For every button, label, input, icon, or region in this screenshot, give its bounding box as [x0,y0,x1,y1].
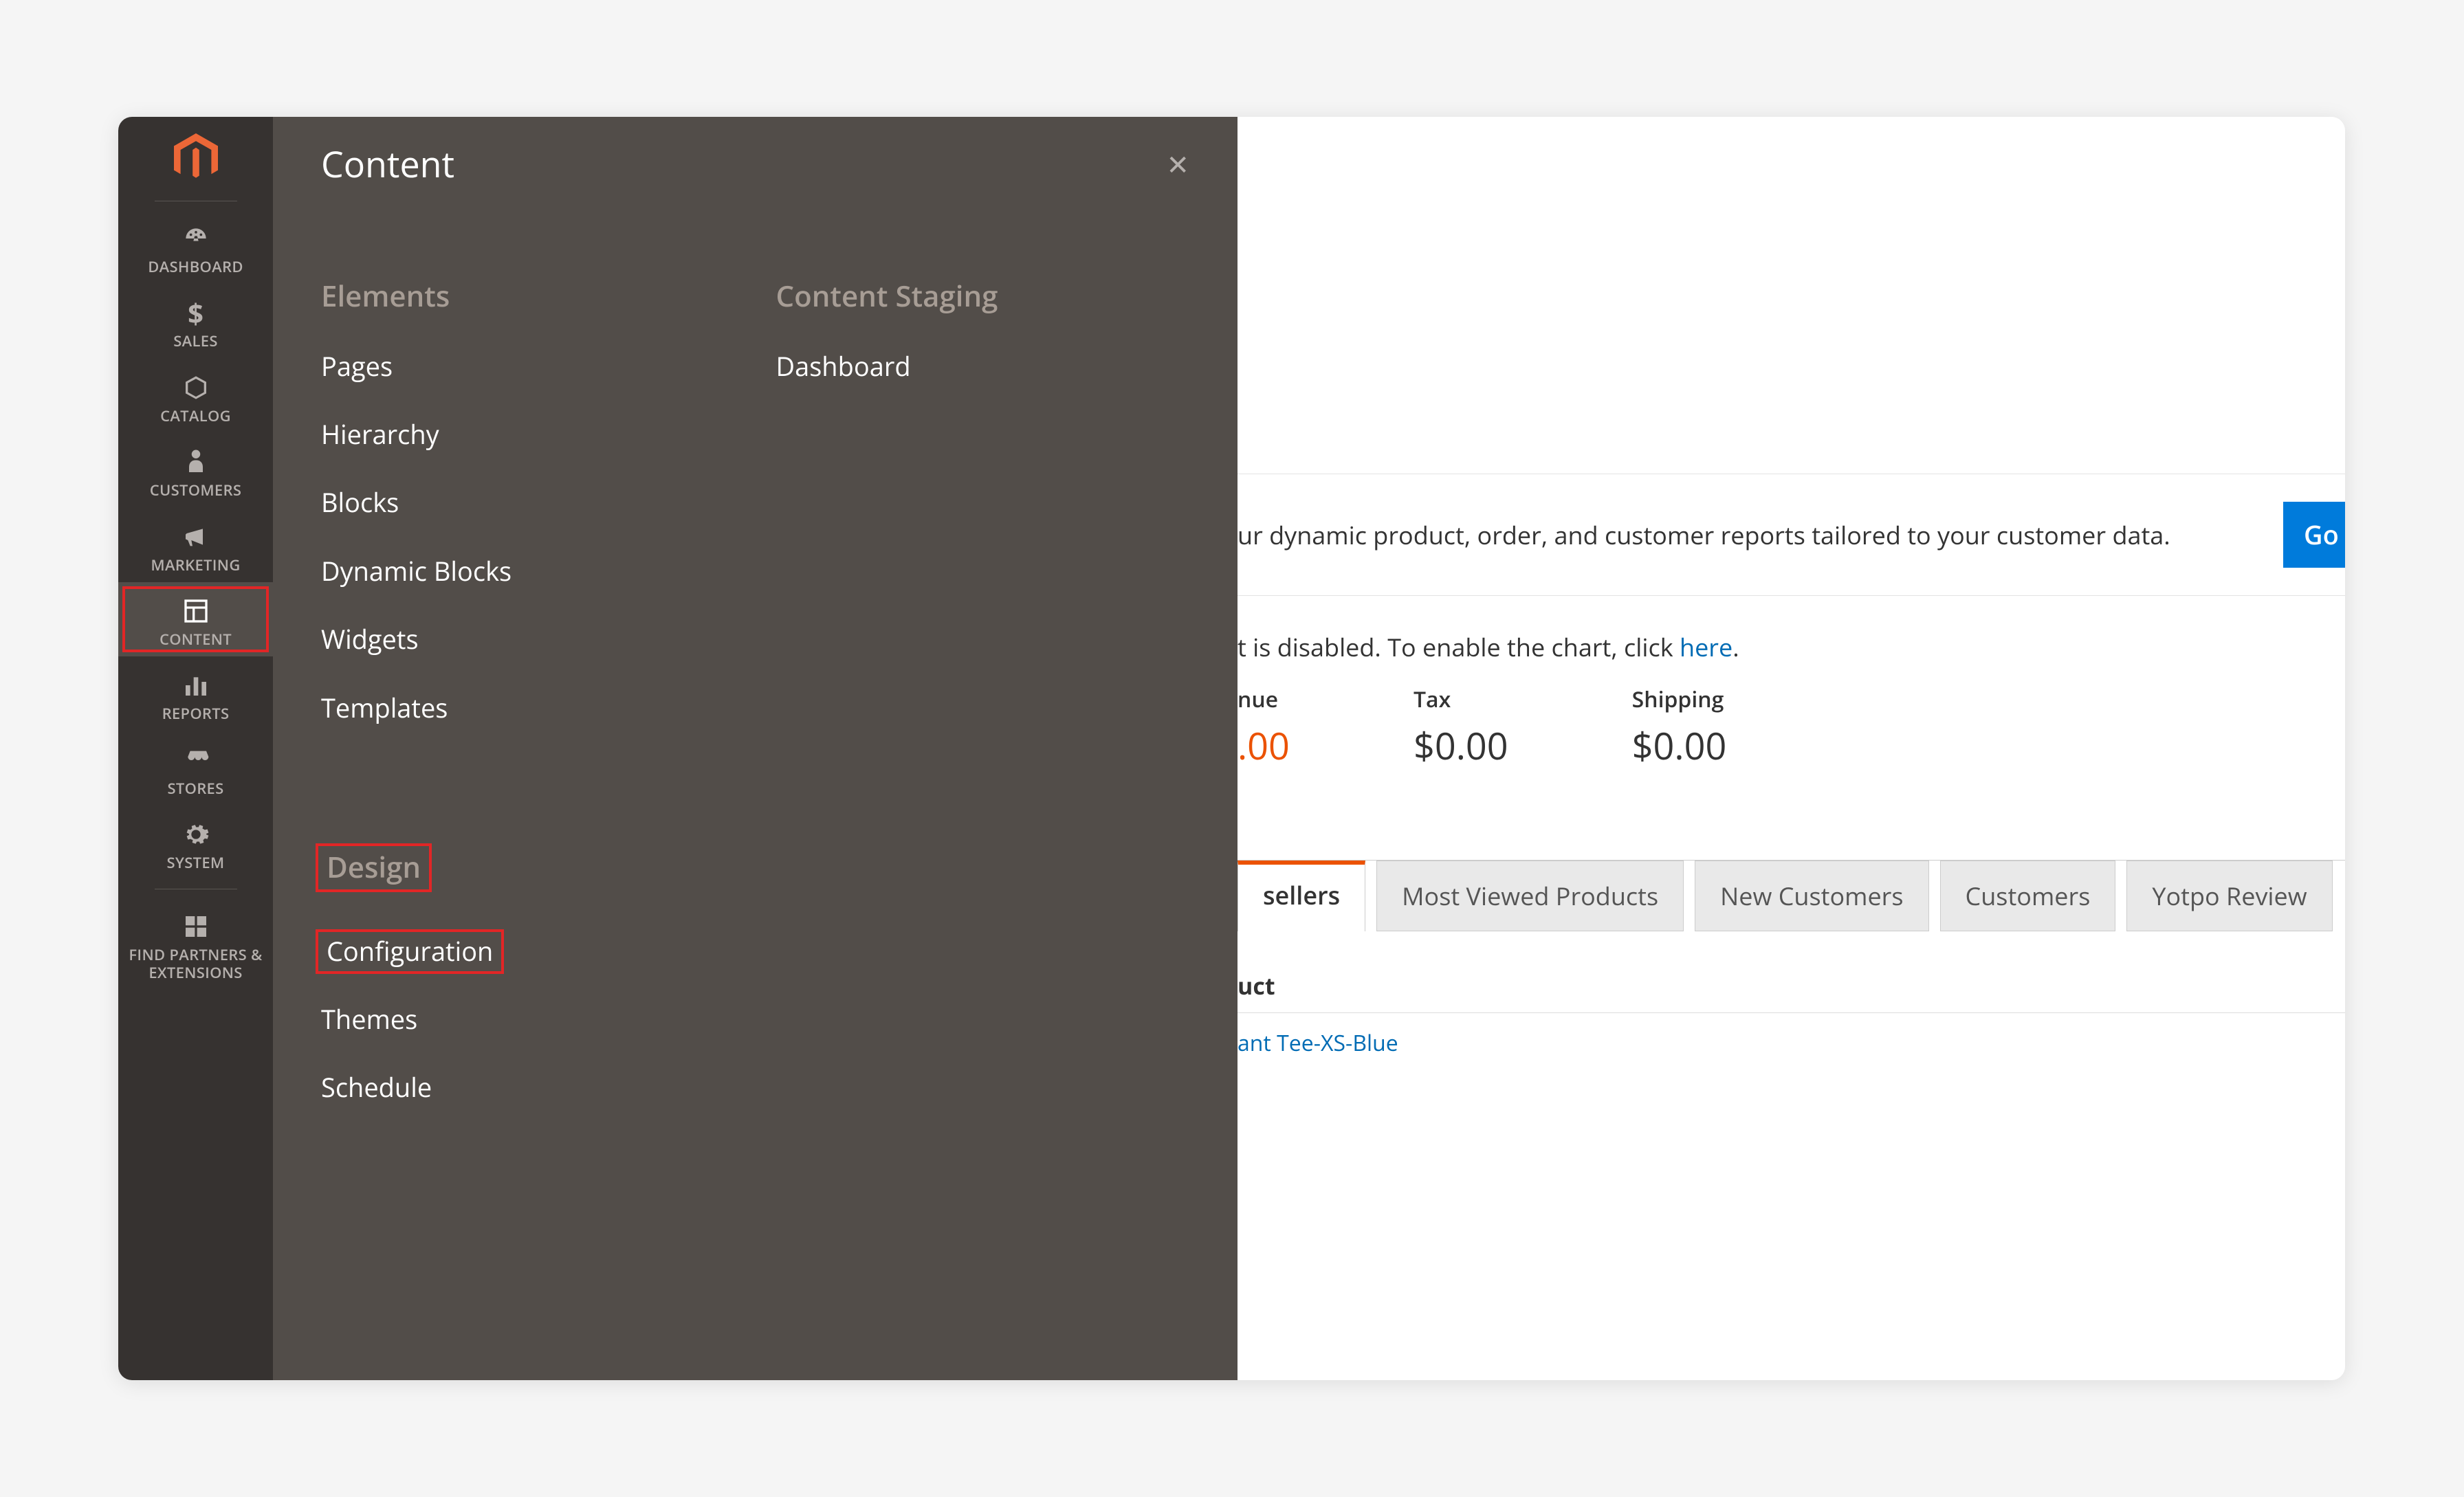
metric-shipping: Shipping $0.00 [1632,685,1727,770]
sidebar-item-stores[interactable]: STORES [118,731,273,806]
go-button[interactable]: Go [2283,502,2345,568]
sidebar-label: SALES [173,332,217,350]
dashboard-top-space [1238,117,2345,474]
flyout-link-templates[interactable]: Templates [321,691,448,725]
sidebar-item-marketing[interactable]: MARKETING [118,508,273,582]
metric-label: Shipping [1632,685,1727,714]
flyout-header: Content ✕ [321,140,1189,188]
sidebar-item-system[interactable]: SYSTEM [118,806,273,880]
group-heading-elements: Elements [321,278,450,315]
sidebar-label: CONTENT [160,630,232,648]
group-heading-design: Design [321,849,426,887]
app-window: DASHBOARD $ SALES CATALOG CUSTOMERS MARK… [118,117,2345,1380]
box-icon [182,371,210,404]
person-icon [186,445,206,478]
bars-icon [182,669,210,702]
flyout-link-widgets[interactable]: Widgets [321,623,419,656]
flyout-link-blocks[interactable]: Blocks [321,486,399,520]
sidebar-item-find-partners[interactable]: FIND PARTNERS & EXTENSIONS [118,898,273,990]
dashboard-tabs: sellers Most Viewed Products New Custome… [1238,860,2345,931]
blocks-icon [182,910,210,943]
flyout-link-hierarchy[interactable]: Hierarchy [321,418,439,452]
flyout-link-themes[interactable]: Themes [321,1003,417,1036]
tab-new-customers[interactable]: New Customers [1695,861,1928,931]
admin-sidebar: DASHBOARD $ SALES CATALOG CUSTOMERS MARK… [118,117,273,1380]
tab-customers[interactable]: Customers [1940,861,2116,931]
dollar-icon: $ [188,296,204,329]
tab-most-viewed[interactable]: Most Viewed Products [1376,861,1684,931]
table-row[interactable]: ant Tee-XS-Blue [1238,1013,2345,1073]
chart-disabled-message: t is disabled. To enable the chart, clic… [1238,596,2345,685]
flyout-column-right: Content Staging Dashboard [776,278,1190,1140]
flyout-column-left: Elements Pages Hierarchy Blocks Dynamic … [321,278,735,1140]
sidebar-label: DASHBOARD [148,258,243,276]
content-flyout-panel: Content ✕ Elements Pages Hierarchy Block… [273,117,1238,1380]
metric-value: $0.00 [1414,720,1508,770]
sidebar-item-catalog[interactable]: CATALOG [118,359,273,433]
sidebar-item-reports[interactable]: REPORTS [118,656,273,731]
sidebar-label: STORES [167,779,223,797]
sidebar-label: SYSTEM [167,854,225,872]
sidebar-label: MARKETING [151,556,240,574]
sidebar-label: REPORTS [162,705,230,722]
metric-label: Tax [1414,685,1508,714]
flyout-link-configuration[interactable]: Configuration [321,935,498,968]
dashboard-main: ur dynamic product, order, and customer … [1238,117,2345,1380]
tab-yotpo-reviews[interactable]: Yotpo Review [2126,861,2332,931]
bestsellers-table: uct ant Tee-XS-Blue [1238,959,2345,1073]
table-header-product: uct [1238,959,2345,1013]
megaphone-icon [182,520,210,553]
metrics-row: nue .00 Tax $0.00 Shipping $0.00 [1238,685,2345,784]
gear-icon [182,818,210,851]
sidebar-label: CATALOG [160,407,231,425]
metric-label: nue [1238,685,1290,714]
magento-logo [168,131,223,186]
sidebar-item-customers[interactable]: CUSTOMERS [118,433,273,507]
metric-tax: Tax $0.00 [1414,685,1508,770]
sidebar-item-content[interactable]: CONTENT [118,582,273,656]
metric-value: .00 [1238,720,1290,770]
tab-bestsellers[interactable]: sellers [1238,861,1365,931]
storefront-icon [181,744,211,777]
flyout-title: Content [321,140,454,188]
bi-banner-text: ur dynamic product, order, and customer … [1238,518,2170,552]
chart-msg-suffix: . [1732,630,1739,664]
group-heading-content-staging: Content Staging [776,278,998,315]
bi-banner: ur dynamic product, order, and customer … [1238,474,2345,596]
flyout-link-staging-dashboard[interactable]: Dashboard [776,350,911,384]
flyout-columns: Elements Pages Hierarchy Blocks Dynamic … [321,278,1189,1140]
sidebar-item-sales[interactable]: $ SALES [118,284,273,358]
flyout-link-dynamic-blocks[interactable]: Dynamic Blocks [321,555,512,588]
close-icon[interactable]: ✕ [1166,151,1189,178]
metric-value: $0.00 [1632,720,1727,770]
flyout-link-pages[interactable]: Pages [321,350,393,384]
sidebar-item-dashboard[interactable]: DASHBOARD [118,210,273,284]
metric-revenue: nue .00 [1238,685,1290,770]
chart-msg-prefix: t is disabled. To enable the chart, clic… [1238,630,1680,664]
layout-icon [182,595,210,628]
sidebar-label: CUSTOMERS [150,481,242,499]
sidebar-label: FIND PARTNERS & EXTENSIONS [118,946,273,982]
chart-enable-link[interactable]: here [1680,630,1732,664]
dashboard-icon [181,222,211,255]
flyout-link-schedule[interactable]: Schedule [321,1071,432,1105]
